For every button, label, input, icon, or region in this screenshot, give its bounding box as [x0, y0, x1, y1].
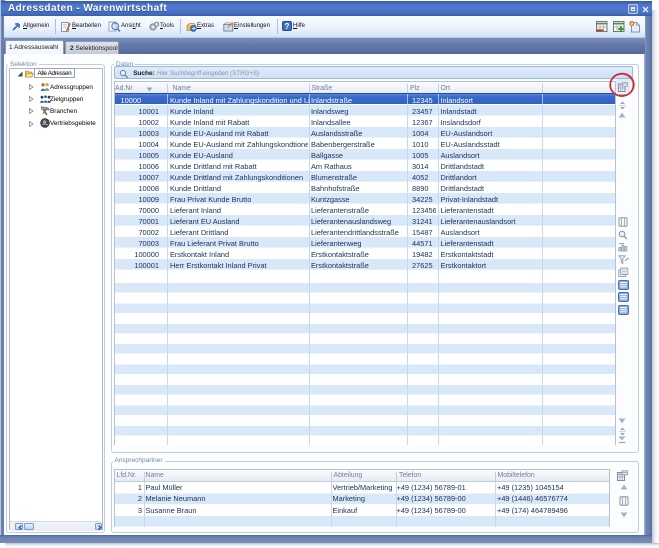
- svg-text:?: ?: [285, 22, 290, 31]
